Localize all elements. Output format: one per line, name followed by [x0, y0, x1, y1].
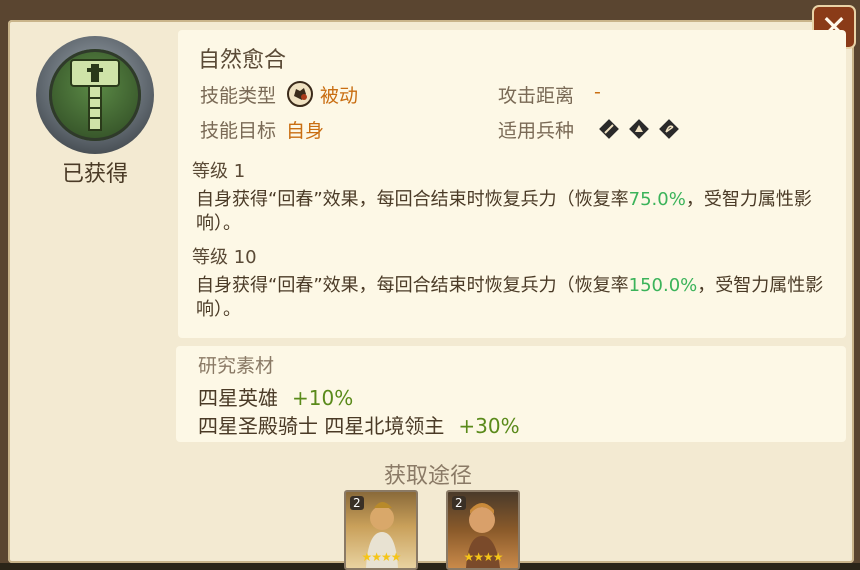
troop-type-label: 适用兵种 — [498, 120, 575, 142]
card-stars: ★★★★ — [463, 550, 503, 564]
hammer-icon — [49, 49, 141, 141]
level-1-label: 等级 1 — [192, 161, 246, 182]
hero-card[interactable]: 2 ★★★★ — [344, 490, 418, 570]
attack-range-label: 攻击距离 — [498, 85, 575, 107]
fist-icon — [286, 80, 314, 108]
card-stars: ★★★★ — [361, 550, 401, 564]
level-10-description: 自身获得“回春”效果，每回合结束时恢复兵力（恢复率150.0%，受智力属性影响）… — [196, 275, 824, 320]
skill-target-label: 技能目标 — [200, 120, 277, 142]
hero-card[interactable]: 2 ★★★★ — [446, 490, 520, 570]
cavalry-icon — [628, 118, 650, 140]
research-title: 研究素材 — [198, 355, 275, 377]
acquire-title: 获取途径 — [384, 464, 473, 489]
skill-name: 自然愈合 — [198, 48, 287, 73]
archer-icon — [658, 118, 680, 140]
level-10-label: 等级 10 — [192, 247, 257, 268]
skill-type-value: 被动 — [320, 85, 359, 107]
attack-range-value: - — [594, 81, 601, 103]
skill-icon-frame — [36, 36, 154, 154]
research-item: 四星英雄 +10% — [198, 386, 354, 410]
research-item: 四星圣殿骑士 四星北境领主 +30% — [198, 414, 520, 438]
card-badge: 2 — [350, 496, 364, 510]
level-1-description: 自身获得“回春”效果，每回合结束时恢复兵力（恢复率75.0%，受智力属性影响）。 — [196, 189, 812, 234]
card-badge: 2 — [452, 496, 466, 510]
skill-target-value: 自身 — [286, 120, 325, 142]
skill-status: 已获得 — [61, 162, 128, 187]
infantry-icon — [598, 118, 620, 140]
skill-type-label: 技能类型 — [200, 85, 277, 107]
